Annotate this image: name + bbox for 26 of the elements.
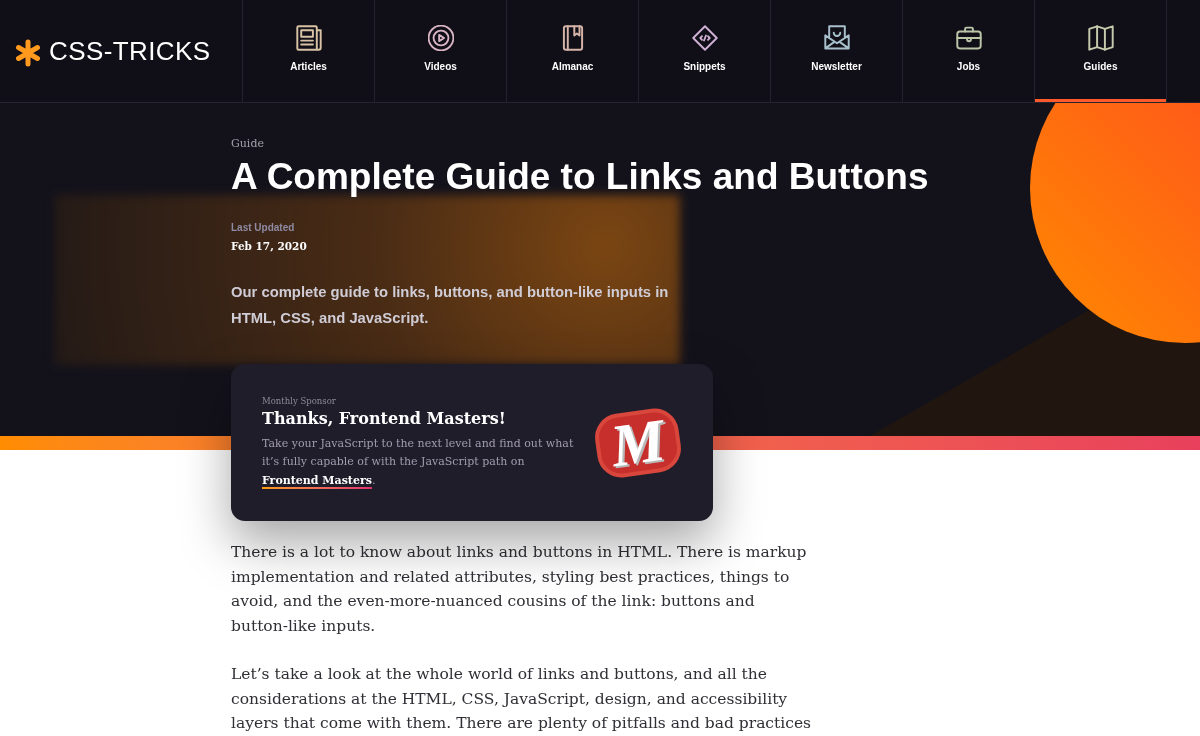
article-paragraph: There is a lot to know about links and buttons in HTML. There is markup implementation and related attributes, styling best practices, things to avoid, and the even-more-nuanced cousins of the link: buttons and button-like inputs.	[231, 542, 808, 637]
map-icon	[1087, 25, 1114, 51]
sponsor-title: Thanks, Frontend Masters!	[262, 407, 507, 430]
nav-link[interactable]: Newsletter	[770, 0, 902, 102]
updated-date: Feb 17, 2020	[231, 239, 308, 253]
nav-link[interactable]: Almanac	[506, 0, 638, 102]
envelope-icon	[823, 25, 850, 51]
updated-label: Last Updated	[231, 221, 296, 235]
nav-link[interactable]: Videos	[374, 0, 506, 102]
sponsor-text: Take your JavaScript to the next level and find out what it’s fully capable of with the JavaScript path on Frontend Masters.	[262, 435, 574, 491]
article-paragraph: Let’s take a look at the whole world of links and buttons, and all the considerations at the HTML, CSS, JavaScript, design, and accessibility layers that come with them. There are plenty of pitfalls and bad practices	[231, 664, 813, 734]
sponsor-label: Monthly Sponsor	[262, 394, 337, 407]
nav-link[interactable]: Snippets	[638, 0, 770, 102]
summary-text: Our complete guide to links, buttons, and button-like inputs in HTML, CSS, and JavaScript.	[231, 283, 670, 328]
newspaper-icon	[295, 25, 322, 51]
code-icon	[691, 25, 718, 51]
play-icon	[427, 25, 454, 51]
nav-link[interactable]: Guides	[1034, 0, 1166, 102]
briefcase-icon	[955, 25, 982, 51]
nav-link[interactable]: Jobs	[902, 0, 1034, 102]
sponsor-link[interactable]: Frontend Masters	[262, 473, 372, 489]
nav-link[interactable]: Articles	[242, 0, 374, 102]
category-label: Guide	[231, 136, 265, 152]
asterisk-icon	[14, 38, 42, 67]
site-logo[interactable]: CSS-TRICKS	[0, 0, 242, 102]
page-title: A Complete Guide to Links and Buttons	[231, 156, 930, 198]
